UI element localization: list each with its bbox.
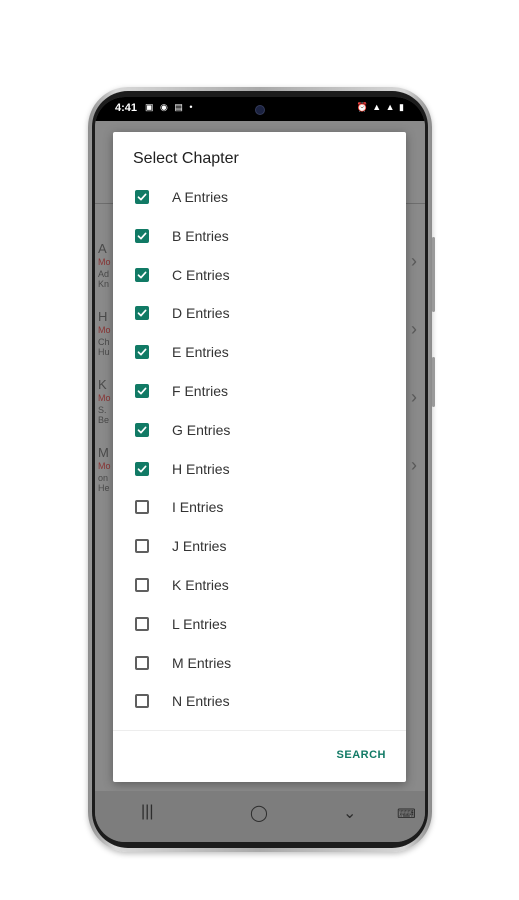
chapter-option[interactable]: M Entries (113, 646, 406, 685)
dialog-title: Select Chapter (133, 150, 239, 167)
checkbox-checked-icon[interactable] (135, 422, 149, 437)
background-list-text: He (98, 483, 110, 493)
background-list-text: M (98, 445, 109, 460)
back-button[interactable]: ⌄ (343, 803, 356, 823)
keyboard-icon[interactable]: ⌨ (397, 806, 416, 822)
recents-button[interactable]: ||| (141, 803, 153, 821)
chapter-option[interactable]: K Entries (113, 568, 406, 607)
side-button (432, 357, 435, 407)
notification-icons: ▣ ◉ ▤ • (145, 102, 195, 112)
checkbox-unchecked-icon[interactable] (135, 655, 149, 670)
background-list-text: Ch (98, 337, 110, 347)
background-list-text: Mo (98, 325, 111, 335)
checkbox-checked-icon[interactable] (135, 267, 149, 282)
chapter-option-label: J Entries (172, 538, 227, 555)
chapter-option[interactable]: G Entries (113, 413, 406, 452)
phone-screen: 4:41 ▣ ◉ ▤ • ⏰ ▲ ▲ ▮ A Mo Ad Kn › H Mo Ch Hu › K Mo… (95, 97, 425, 842)
chapter-option[interactable]: C Entries (113, 258, 406, 297)
background-list-text: Mo (98, 461, 111, 471)
chapter-option-label: K Entries (172, 576, 229, 593)
background-list-text: Hu (98, 347, 110, 357)
chapter-option[interactable]: E Entries (113, 335, 406, 374)
chapter-option[interactable]: B Entries (113, 219, 406, 258)
chapter-option[interactable]: H Entries (113, 452, 406, 491)
background-list-text: Ad (98, 269, 110, 279)
chapter-option-label: G Entries (172, 421, 231, 438)
checkbox-unchecked-icon[interactable] (135, 616, 149, 631)
checkbox-checked-icon[interactable] (135, 190, 149, 204)
checkbox-unchecked-icon[interactable] (135, 694, 149, 709)
checkbox-checked-icon[interactable] (135, 306, 149, 321)
chevron-right-icon: › (411, 387, 417, 407)
chapter-option[interactable]: L Entries (113, 607, 406, 646)
chapter-option-label: D Entries (172, 305, 230, 322)
navigation-bar: ||| ◯ ⌄ ⌨ (95, 791, 425, 842)
status-bar: 4:41 ▣ ◉ ▤ • ⏰ ▲ ▲ ▮ (95, 97, 425, 121)
dialog-divider (113, 730, 406, 731)
chapter-option-list: A Entries B Entries C Entries D Entries E En… (113, 180, 406, 723)
chapter-option[interactable]: N Entries (113, 684, 406, 723)
select-chapter-dialog: Select Chapter A Entries B Entries C Entri… (113, 132, 406, 782)
background-list-text: A (98, 241, 107, 256)
chapter-option[interactable]: J Entries (113, 529, 406, 568)
stage: 4:41 ▣ ◉ ▤ • ⏰ ▲ ▲ ▮ A Mo Ad Kn › H Mo Ch Hu › K Mo… (0, 0, 519, 900)
chapter-option[interactable]: F Entries (113, 374, 406, 413)
search-button[interactable]: SEARCH (337, 749, 386, 761)
chapter-option-label: C Entries (172, 266, 230, 283)
checkbox-checked-icon[interactable] (135, 345, 149, 360)
home-button[interactable]: ◯ (250, 803, 268, 823)
system-status-icons: ⏰ ▲ ▲ ▮ (356, 102, 405, 112)
background-list-text: H (98, 309, 108, 324)
chapter-option[interactable]: D Entries (113, 296, 406, 335)
background-list-text: S. (98, 405, 107, 415)
chapter-option-label: E Entries (172, 344, 229, 361)
checkbox-checked-icon[interactable] (135, 461, 149, 476)
background-list-text: Mo (98, 393, 111, 403)
checkbox-checked-icon[interactable] (135, 228, 149, 243)
chevron-right-icon: › (411, 251, 417, 271)
chapter-option-label: N Entries (172, 693, 230, 710)
background-list-text: K (98, 377, 107, 392)
front-camera-icon (255, 105, 265, 115)
checkbox-unchecked-icon[interactable] (135, 577, 149, 592)
chapter-option-label: H Entries (172, 460, 230, 477)
checkbox-unchecked-icon[interactable] (135, 539, 149, 554)
chapter-option-label: F Entries (172, 382, 229, 399)
chapter-option-label: I Entries (172, 499, 224, 516)
background-list-text: Mo (98, 257, 111, 267)
chapter-option-label: M Entries (172, 654, 232, 671)
checkbox-checked-icon[interactable] (135, 383, 149, 398)
checkbox-unchecked-icon[interactable] (135, 500, 149, 515)
chapter-option[interactable]: A Entries (113, 180, 406, 219)
background-list-text: on (98, 473, 109, 483)
chapter-option[interactable]: I Entries (113, 490, 406, 529)
chevron-right-icon: › (411, 319, 417, 339)
chapter-option-label: L Entries (172, 615, 227, 632)
chapter-option-label: A Entries (172, 189, 229, 205)
chevron-right-icon: › (411, 455, 417, 475)
background-list-text: Kn (98, 279, 110, 289)
side-button (432, 237, 435, 312)
chapter-option-label: B Entries (172, 227, 229, 244)
background-list-text: Be (98, 415, 110, 425)
status-time: 4:41 (115, 102, 138, 114)
